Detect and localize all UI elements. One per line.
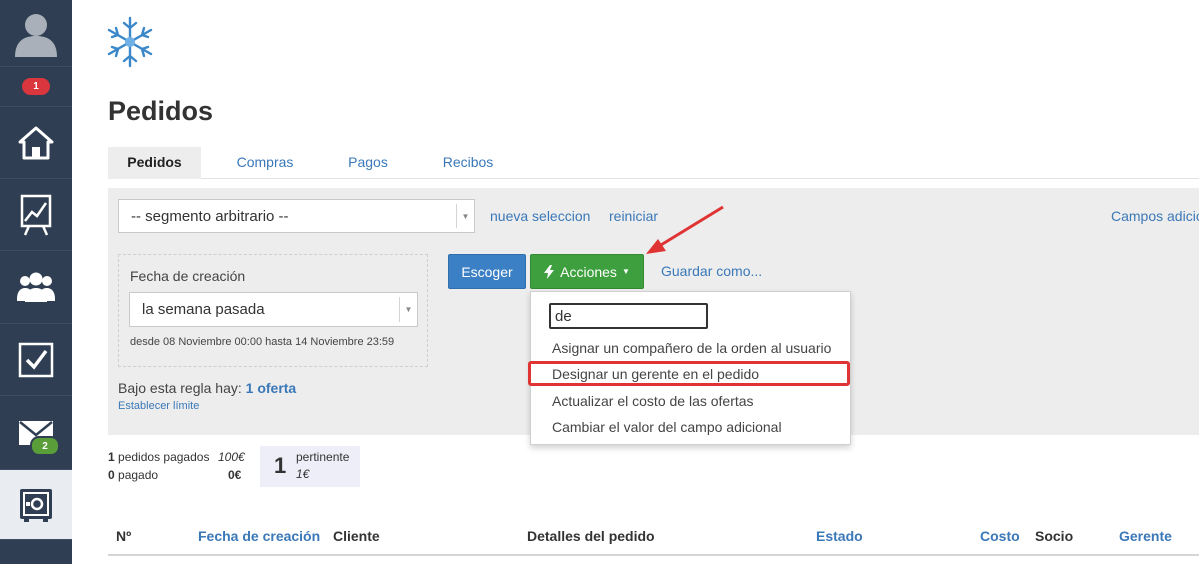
actions-search-input[interactable] xyxy=(549,303,708,329)
tab-pagos[interactable]: Pagos xyxy=(333,147,403,179)
chevron-down-icon: ▼ xyxy=(399,297,417,322)
column-status[interactable]: Estado xyxy=(816,528,863,544)
notifications[interactable]: 1 xyxy=(0,67,72,107)
tab-pedidos[interactable]: Pedidos xyxy=(108,147,201,179)
paid-orders-count: 1 xyxy=(108,450,115,464)
highlight-box xyxy=(528,361,850,386)
sidebar-item-safe[interactable] xyxy=(0,470,72,540)
column-order-details: Detalles del pedido xyxy=(527,528,655,544)
column-partner: Socio xyxy=(1035,528,1074,544)
sidebar-item-contacts[interactable] xyxy=(0,251,72,324)
sidebar: 1 2 xyxy=(0,0,72,564)
sidebar-item-home[interactable] xyxy=(0,107,72,179)
column-client: Cliente xyxy=(333,528,380,544)
sidebar-item-tasks[interactable] xyxy=(0,324,72,396)
date-period-value: la semana pasada xyxy=(142,301,265,318)
annotation-arrow-icon xyxy=(646,205,724,254)
notifications-badge: 1 xyxy=(22,78,50,95)
paid-orders-stat: 1 pedidos pagados xyxy=(108,450,209,464)
tab-compras[interactable]: Compras xyxy=(225,147,305,179)
lightning-icon xyxy=(544,264,555,279)
safe-icon xyxy=(20,488,52,522)
new-selection-link[interactable]: nueva seleccion xyxy=(490,208,590,224)
paid-orders-sum: 100€ xyxy=(218,450,245,464)
dropdown-item-assign-partner[interactable]: Asignar un compañero de la orden al usua… xyxy=(552,340,831,356)
user-icon xyxy=(15,14,57,57)
tab-bar: Pedidos Compras Pagos Recibos xyxy=(108,147,1199,179)
chart-icon xyxy=(20,194,52,236)
paid-sum: 0€ xyxy=(228,468,242,482)
home-icon xyxy=(18,126,54,159)
messages-badge: 2 xyxy=(30,436,60,456)
actions-button-label: Acciones xyxy=(560,263,617,280)
paid-stat: 0 pagado xyxy=(108,468,158,482)
date-period-select[interactable]: la semana pasada ▼ xyxy=(129,292,418,327)
pertinent-sum: 1€ xyxy=(296,467,310,481)
user-avatar[interactable] xyxy=(0,0,72,67)
save-as-link[interactable]: Guardar como... xyxy=(661,263,762,279)
orders-table-header: Nº Fecha de creación Cliente Detalles de… xyxy=(108,524,1199,556)
segment-select[interactable]: -- segmento arbitrario -- ▼ xyxy=(118,199,475,233)
column-creation-date[interactable]: Fecha de creación xyxy=(198,528,320,544)
set-limit-link[interactable]: Establecer límite xyxy=(118,400,199,412)
date-filter: Fecha de creación la semana pasada ▼ des… xyxy=(118,254,428,367)
sidebar-item-reports[interactable] xyxy=(0,179,72,251)
sidebar-item-messages[interactable]: 2 xyxy=(0,396,72,470)
actions-button[interactable]: Acciones ▼ xyxy=(530,254,644,289)
date-range-text: desde 08 Noviembre 00:00 hasta 14 Noviem… xyxy=(130,336,395,348)
users-icon xyxy=(17,272,55,302)
segment-select-value: -- segmento arbitrario -- xyxy=(131,207,289,225)
pertinent-count: 1 xyxy=(274,453,287,478)
paid-label: pagado xyxy=(118,468,159,482)
snowflake-logo-icon xyxy=(107,16,153,68)
choose-button[interactable]: Escoger xyxy=(448,254,526,289)
column-number: Nº xyxy=(116,528,132,544)
paid-count: 0 xyxy=(108,468,115,482)
extra-fields-link[interactable]: Campos adicionales xyxy=(1111,208,1199,224)
page-title: Pedidos xyxy=(108,96,214,126)
rule-summary: Bajo esta regla hay: 1 oferta xyxy=(118,380,296,396)
date-filter-label: Fecha de creación xyxy=(130,268,246,284)
checkbox-icon xyxy=(18,342,54,377)
column-cost[interactable]: Costo xyxy=(980,528,1020,544)
pertinent-label: pertinente xyxy=(296,450,350,464)
chevron-down-icon: ▼ xyxy=(456,204,474,228)
dropdown-item-update-cost[interactable]: Actualizar el costo de las ofertas xyxy=(552,393,754,409)
dropdown-item-change-field[interactable]: Cambiar el valor del campo adicional xyxy=(552,419,782,435)
paid-orders-label: pedidos pagados xyxy=(118,450,210,464)
rule-prefix: Bajo esta regla hay: xyxy=(118,380,242,396)
column-manager[interactable]: Gerente xyxy=(1119,528,1172,544)
caret-down-icon: ▼ xyxy=(621,267,630,276)
rule-count-link[interactable]: 1 oferta xyxy=(246,380,297,396)
pertinent-box[interactable]: 1 pertinente 1€ xyxy=(260,446,360,487)
tab-recibos[interactable]: Recibos xyxy=(430,147,506,179)
